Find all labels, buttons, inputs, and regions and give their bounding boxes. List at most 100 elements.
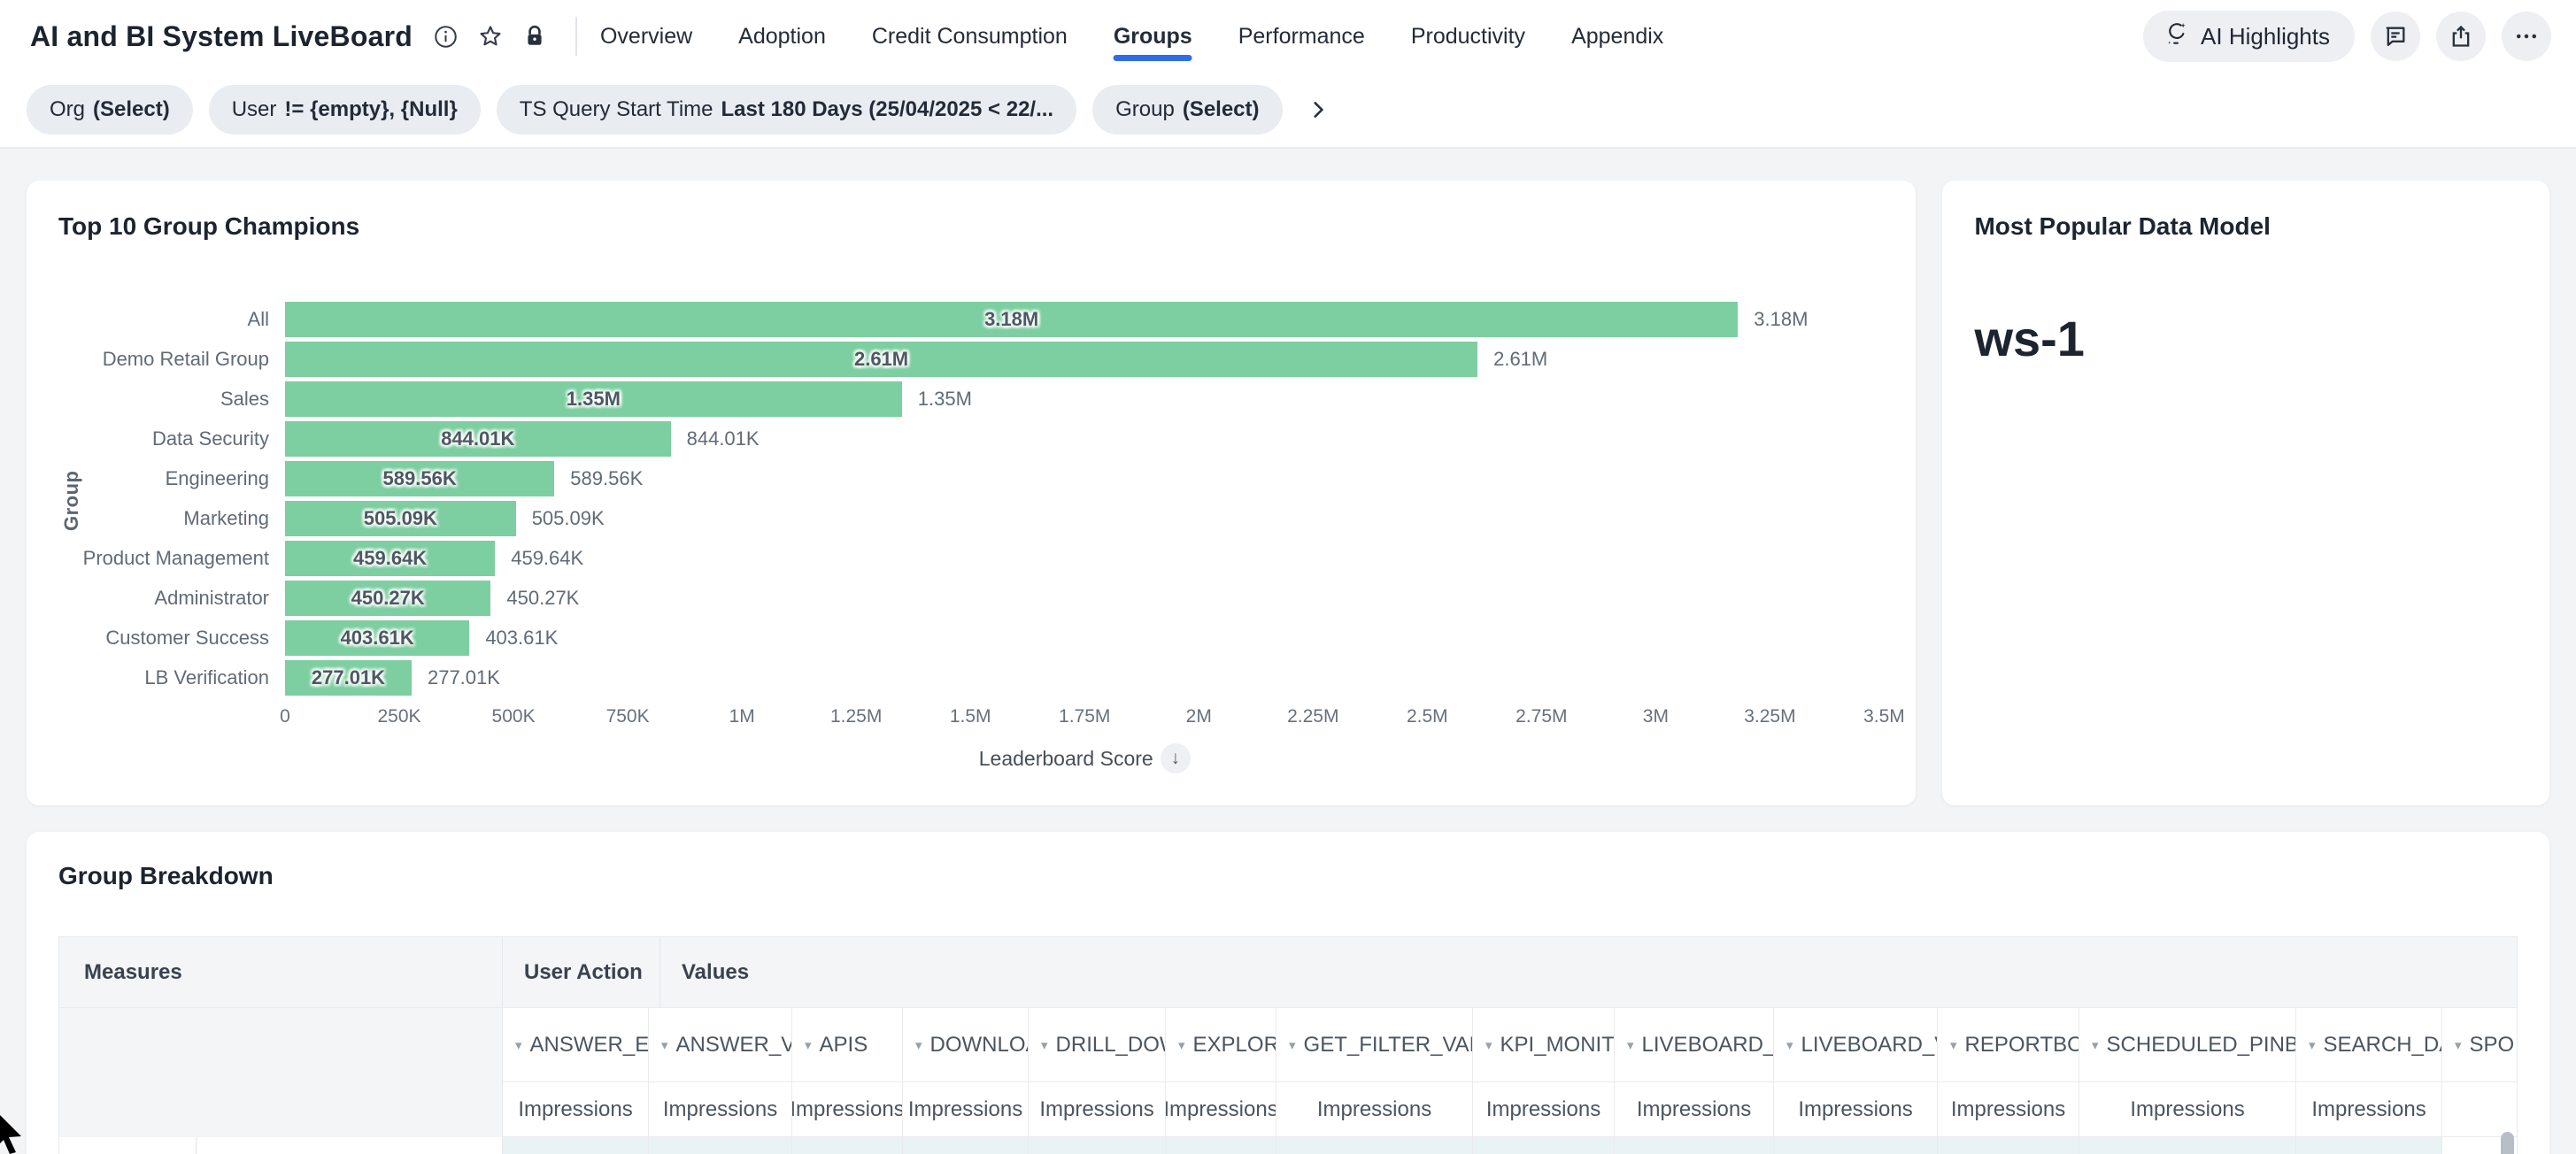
bar-sales[interactable]: 1.35M [285,381,902,417]
measure-label-cell: Impressions [649,1082,792,1136]
column-header-reportbook[interactable]: ▾ REPORTBOOK [1938,1008,2079,1081]
column-header-spo[interactable]: ▾SPO [2442,1008,2517,1081]
bar-lb-verification[interactable]: 277.01K [285,660,412,696]
bar-value-label-outer: 403.61K [485,627,558,650]
triangle-down-icon: ▾ [2092,1037,2099,1053]
filter-chip-value: Last 180 Days (25/04/2025 < 22/... [721,97,1054,122]
bar-value-label-inner: 3.18M [984,308,1038,331]
bar-data-security[interactable]: 844.01K [285,421,671,457]
most-popular-data-model-card: Most Popular Data Model ws-1 [1942,181,2549,805]
tab-credit-consumption[interactable]: Credit Consumption [872,0,1068,73]
column-name-row: ▾ANSWER_EDIT▾ANSWER_VIEW▾APIS ▾ DOWNLOAD▾D… [503,1008,2517,1082]
tab-appendix[interactable]: Appendix [1571,0,1663,73]
column-header-get_filter_values[interactable]: ▾GET_FILTER_VALUES [1276,1008,1473,1081]
bar-row: Customer Success403.61K403.61K [58,618,1884,658]
bar-row: All3.18M3.18M [58,299,1884,339]
sort-descending-icon[interactable]: ↓ [1161,743,1191,773]
bar-marketing[interactable]: 505.09K [285,501,516,536]
bar-customer-success[interactable]: 403.61K [285,620,469,656]
bar-rows: All3.18M3.18MDemo Retail Group2.61M2.61M… [58,299,1884,697]
triangle-down-icon: ▾ [1485,1037,1492,1053]
bar-demo-retail-group[interactable]: 2.61M [285,342,1477,377]
x-axis-label: Leaderboard Score ↓ [285,743,1884,773]
filter-chip-org[interactable]: Org(Select) [27,85,193,135]
column-header-search_data[interactable]: ▾SEARCH_DATA [2296,1008,2442,1081]
bar-track: 2.61M 2.61M [285,342,1884,377]
column-header-label: LIVEBOARD_VIEW [1801,1033,1938,1058]
table-scrollbar[interactable] [2501,1132,2514,1154]
column-header-apis[interactable]: ▾APIS [792,1008,903,1081]
measure-label-cell: Impressions [792,1082,903,1136]
comment-icon[interactable] [2371,12,2420,61]
bar-row: Administrator450.27K450.27K [58,578,1884,618]
filter-chip-label: User [232,97,277,122]
column-header-liveboard_edit[interactable]: ▾LIVEBOARD_EDIT [1615,1008,1774,1081]
column-header-explore[interactable]: ▾EXPLORE [1166,1008,1276,1081]
bar-row: Engineering589.56K589.56K [58,458,1884,498]
impressions-row: ImpressionsImpressionsImpressionsImpress… [503,1082,2517,1137]
filter-chip-ts-query-start-time[interactable]: TS Query Start TimeLast 180 Days (25/04/… [497,85,1076,135]
data-cell [1774,1137,1938,1154]
column-header-label: REPORTBOOK [1965,1033,2079,1058]
star-icon[interactable] [473,19,508,54]
ai-sparkle-icon [2163,20,2189,53]
bar-chart: Group All3.18M3.18MDemo Retail Group2.61… [58,299,1884,773]
tab-productivity[interactable]: Productivity [1411,0,1525,73]
triangle-down-icon: ▾ [1950,1037,1957,1053]
tab-performance[interactable]: Performance [1238,0,1365,73]
tab-adoption[interactable]: Adoption [738,0,826,73]
column-header-liveboard_view[interactable]: ▾LIVEBOARD_VIEW [1774,1008,1938,1081]
filter-bar: Org(Select) User!= {empty}, {Null} TS Quer… [0,73,2576,149]
ai-highlights-button[interactable]: AI Highlights [2143,11,2355,62]
filter-chip-user[interactable]: User!= {empty}, {Null} [209,85,481,135]
column-header-label: DOWNLOAD [930,1033,1029,1058]
chevron-right-icon[interactable] [1299,90,1338,129]
bar-row: Marketing505.09K505.09K [58,498,1884,538]
chart-title: Top 10 Group Champions [58,212,1884,241]
y-axis-label: Group [60,471,83,532]
column-header-scheduled_pinboards[interactable]: ▾SCHEDULED_PINBOARDS [2079,1008,2296,1081]
filter-chip-value: (Select) [93,97,170,122]
x-tick: 1.5M [950,706,991,727]
bar-track: 1.35M 1.35M [285,381,1884,417]
column-header-answer_view[interactable]: ▾ANSWER_VIEW [649,1008,792,1081]
liveboard-tabs: Overview Adoption Credit Consumption Groups… [600,0,1663,73]
more-icon[interactable] [2502,12,2551,61]
bar-value-label-outer: 2.61M [1493,348,1547,371]
measure-label-cell: Impressions [1615,1082,1774,1136]
filter-chip-group[interactable]: Group(Select) [1092,85,1282,135]
group-data-cell [59,1137,197,1154]
tab-overview[interactable]: Overview [600,0,692,73]
triangle-down-icon: ▾ [915,1037,922,1053]
page-title: AI and BI System LiveBoard [30,20,413,53]
column-header-drill_down[interactable]: ▾DRILL_DOWN [1029,1008,1166,1081]
column-header-download[interactable]: ▾ DOWNLOAD [903,1008,1029,1081]
group-breakdown-table: Measures User Action Values Group User ▾… [58,936,2518,1154]
bar-product-management[interactable]: 459.64K [285,541,495,576]
bar-value-label-inner: 844.01K [441,427,514,450]
lock-icon[interactable] [517,19,552,54]
triangle-down-icon: ▾ [1178,1037,1185,1053]
bar-all[interactable]: 3.18M [285,302,1738,337]
measure-label-cell: Impressions [1166,1082,1276,1136]
measure-label-cell: Impressions [1774,1082,1938,1136]
x-tick: 2M [1186,706,1212,727]
info-icon[interactable] [428,19,464,54]
x-axis-label-text: Leaderboard Score [979,747,1153,771]
tab-groups[interactable]: Groups [1114,0,1192,73]
data-cell [503,1137,649,1154]
bar-engineering[interactable]: 589.56K [285,461,554,496]
x-tick: 750K [606,706,650,727]
bar-value-label-outer: 1.35M [918,388,972,411]
bar-administrator[interactable]: 450.27K [285,581,490,616]
x-tick: 3M [1643,706,1669,727]
row-header-cell: Group User [59,1008,503,1154]
column-header-answer_edit[interactable]: ▾ANSWER_EDIT [503,1008,649,1081]
column-header-kpi_monitor[interactable]: ▾KPI_MONITOR [1473,1008,1615,1081]
bar-value-label-outer: 277.01K [428,666,500,689]
triangle-down-icon: ▾ [1041,1037,1048,1053]
share-icon[interactable] [2436,12,2486,61]
category-label: Demo Retail Group [58,348,285,371]
bar-row: LB Verification277.01K277.01K [58,658,1884,697]
data-cell [649,1137,792,1154]
